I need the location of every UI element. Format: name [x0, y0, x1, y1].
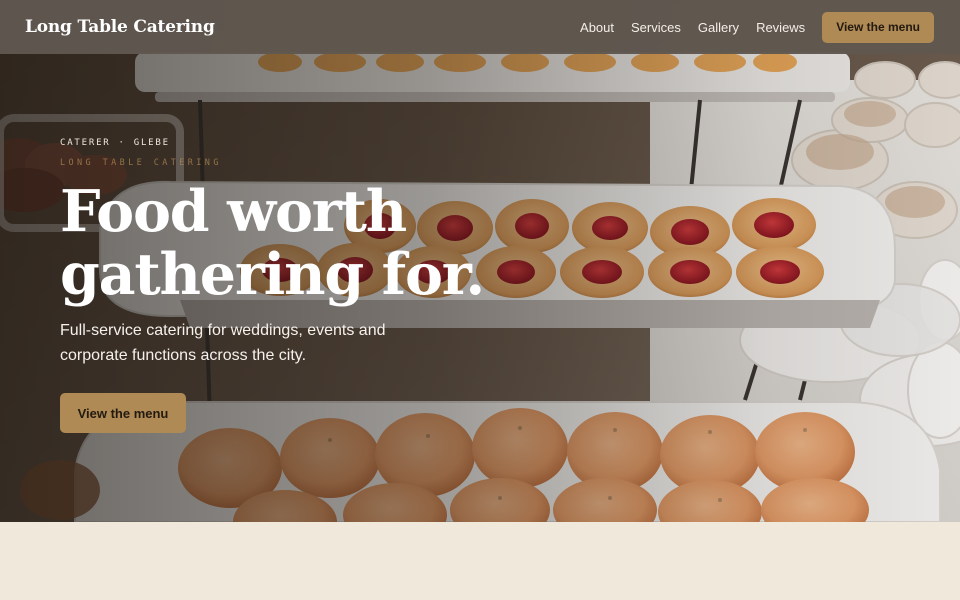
headline-line-2: gathering for.: [60, 241, 485, 308]
eyebrow-category: CATERER: [60, 138, 111, 148]
hero-eyebrow: CATERER · GLEBE: [60, 138, 520, 148]
hero-section: CATERER · GLEBE LONG TABLE CATERING Food…: [0, 0, 960, 522]
eyebrow-separator: ·: [118, 138, 126, 148]
hero-wordmark: LONG TABLE CATERING: [60, 158, 222, 168]
nav-view-menu-button[interactable]: View the menu: [822, 11, 934, 43]
nav-link-gallery[interactable]: Gallery: [698, 20, 739, 35]
headline-line-1: Food worth: [60, 178, 407, 245]
top-nav: Long Table Catering About Services Galle…: [0, 0, 960, 54]
nav-link-services[interactable]: Services: [631, 20, 681, 35]
hero-view-menu-button[interactable]: View the menu: [60, 393, 186, 433]
hero-subtext: Full-service catering for weddings, even…: [60, 322, 386, 364]
nav-link-reviews[interactable]: Reviews: [756, 20, 805, 35]
nav-links: About Services Gallery Reviews View the …: [580, 11, 934, 43]
hero-content: CATERER · GLEBE LONG TABLE CATERING Food…: [60, 138, 520, 433]
eyebrow-location: GLEBE: [133, 138, 170, 148]
nav-link-about[interactable]: About: [580, 20, 614, 35]
hero-headline: Food worth gathering for.: [60, 180, 520, 306]
brand-logo[interactable]: Long Table Catering: [25, 17, 215, 37]
content-section-start: [0, 522, 960, 600]
